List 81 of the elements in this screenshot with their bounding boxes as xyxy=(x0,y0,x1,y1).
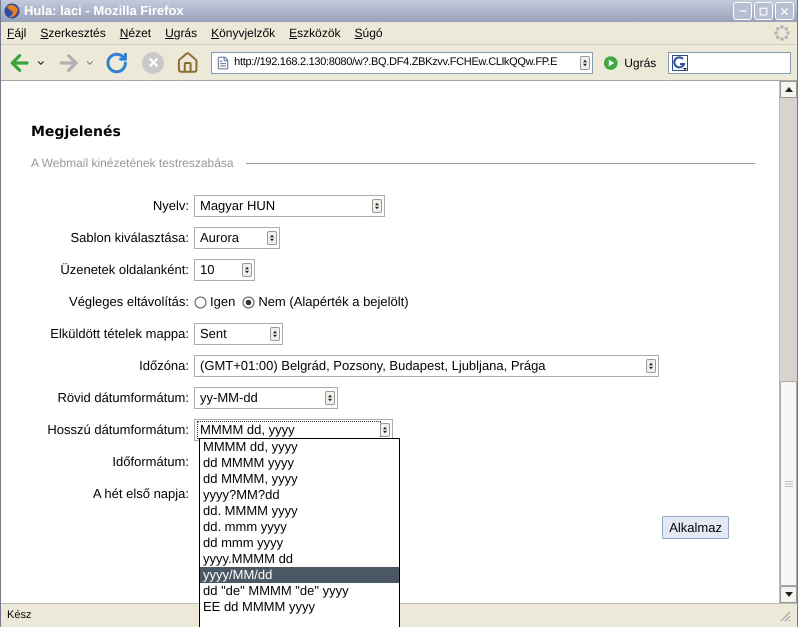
spinner-icon xyxy=(580,56,590,70)
section-subtitle: A Webmail kinézetének testreszabása xyxy=(31,155,234,172)
dropdown-option[interactable]: yyyy?MM?dd xyxy=(200,487,399,503)
minimize-button[interactable] xyxy=(733,2,752,20)
page-icon xyxy=(216,56,230,70)
maximize-icon xyxy=(759,6,768,16)
go-button[interactable]: Ugrás xyxy=(624,54,656,72)
spinner-icon xyxy=(380,423,390,437)
grip-icon xyxy=(784,480,792,486)
select-value: yy-MM-dd xyxy=(199,390,259,406)
menu-item[interactable]: Eszközök xyxy=(289,25,341,41)
dropdown-option[interactable]: dd mmm yyyy xyxy=(200,535,399,551)
select-field[interactable]: Magyar HUN xyxy=(194,195,385,217)
home-icon[interactable] xyxy=(176,50,200,74)
menu-item[interactable]: Fájl xyxy=(7,25,26,41)
dropdown-option[interactable]: dd MMMM yyyy xyxy=(200,455,399,471)
menu-item[interactable]: Nézet xyxy=(120,25,152,41)
radio-button[interactable] xyxy=(242,296,256,308)
field-label: Elküldött tételek mappa: xyxy=(50,325,189,344)
dropdown-option[interactable]: dd. mmm yyyy xyxy=(200,519,399,535)
search-field[interactable] xyxy=(668,52,791,74)
dropdown-option[interactable]: MMMM dd, yyyy xyxy=(200,439,399,455)
search-engine-icon xyxy=(672,54,688,70)
close-icon xyxy=(779,6,790,16)
select-value: Sent xyxy=(199,326,228,342)
apply-button[interactable]: Alkalmaz xyxy=(662,516,729,539)
reload-icon[interactable] xyxy=(105,50,128,74)
spinner-icon xyxy=(372,199,382,213)
field-label: Nyelv: xyxy=(152,197,189,216)
field-label: Rövid dátumformátum: xyxy=(58,389,189,408)
menu-item[interactable]: Szerkesztés xyxy=(40,25,106,41)
scroll-down-icon[interactable] xyxy=(784,592,792,597)
spinner-icon xyxy=(325,391,335,405)
select-value: (GMT+01:00) Belgrád, Pozsony, Budapest, Ljubljana, Prága xyxy=(199,358,547,374)
select-field[interactable]: 10 xyxy=(194,259,255,281)
status-text: Kész xyxy=(7,608,32,624)
scrollbar[interactable] xyxy=(779,81,797,603)
field-label: Időzóna: xyxy=(139,357,189,376)
scroll-up-icon[interactable] xyxy=(784,87,792,92)
field-label: Üzenetek oldalanként: xyxy=(60,261,189,280)
close-button[interactable] xyxy=(775,2,794,20)
dropdown-option[interactable]: yyyy/MM/dd xyxy=(200,567,399,583)
select-field[interactable]: Aurora xyxy=(194,227,280,249)
stop-icon[interactable] xyxy=(142,52,164,74)
field-label: Időformátum: xyxy=(112,453,189,472)
field-label: Hosszú dátumformátum: xyxy=(47,421,189,440)
scrollbar-thumb[interactable] xyxy=(780,381,797,586)
address-text: http://192.168.2.130:8080/w?.BQ.DF4.ZBKzvv.FCHEw.CLlkQQw.FP.E xyxy=(234,55,558,70)
maximize-button[interactable] xyxy=(754,2,773,20)
select-value: Aurora xyxy=(199,230,240,246)
address-field[interactable]: http://192.168.2.130:8080/w?.BQ.DF4.ZBKzvv.FCHEw.CLlkQQw.FP.E xyxy=(211,52,593,74)
resize-grip-icon[interactable] xyxy=(779,610,791,622)
spinner-icon xyxy=(267,231,277,245)
select-field[interactable]: Sent xyxy=(194,323,283,345)
select-field[interactable]: yy-MM-dd xyxy=(194,387,338,409)
dropdown-option[interactable]: dd "de" MMMM "de" yyyy xyxy=(200,583,399,599)
menu-item[interactable]: Könyvjelzők xyxy=(211,25,276,41)
spinner-icon xyxy=(646,359,656,373)
app-logo-icon xyxy=(4,3,20,19)
radio-label: Igen xyxy=(210,293,236,312)
select-value: MMMM dd, yyyy xyxy=(198,422,380,438)
window-title: Hula: laci - Mozilla Firefox xyxy=(24,2,185,20)
radio-label: Nem (Alapérték a bejelölt) xyxy=(258,293,409,312)
menu-item[interactable]: Ugrás xyxy=(165,25,198,41)
select-field[interactable]: (GMT+01:00) Belgrád, Pozsony, Budapest, Ljubljana, Prága xyxy=(194,355,659,377)
dropdown-option[interactable]: yyyy.MMMM dd xyxy=(200,551,399,567)
select-value: 10 xyxy=(199,262,216,278)
spinner-icon xyxy=(242,263,252,277)
dropdown-option[interactable]: dd MMMM, yyyy xyxy=(200,471,399,487)
field-label: Végleges eltávolítás: xyxy=(69,293,189,312)
dropdown-option[interactable]: EE dd MMMM yyyy xyxy=(200,599,399,615)
field-label: Sablon kiválasztása: xyxy=(70,229,189,248)
menu-item[interactable]: Súgó xyxy=(354,25,383,41)
go-icon[interactable] xyxy=(602,54,618,70)
field-label: A hét első napja: xyxy=(92,485,189,504)
section-heading: Megjelenés xyxy=(31,123,122,141)
radio-button[interactable] xyxy=(194,296,207,308)
throbber-icon xyxy=(773,24,791,42)
select-value: Magyar HUN xyxy=(199,198,276,214)
spinner-icon xyxy=(270,327,280,341)
dropdown-option[interactable]: dd. MMMM yyyy xyxy=(200,503,399,519)
